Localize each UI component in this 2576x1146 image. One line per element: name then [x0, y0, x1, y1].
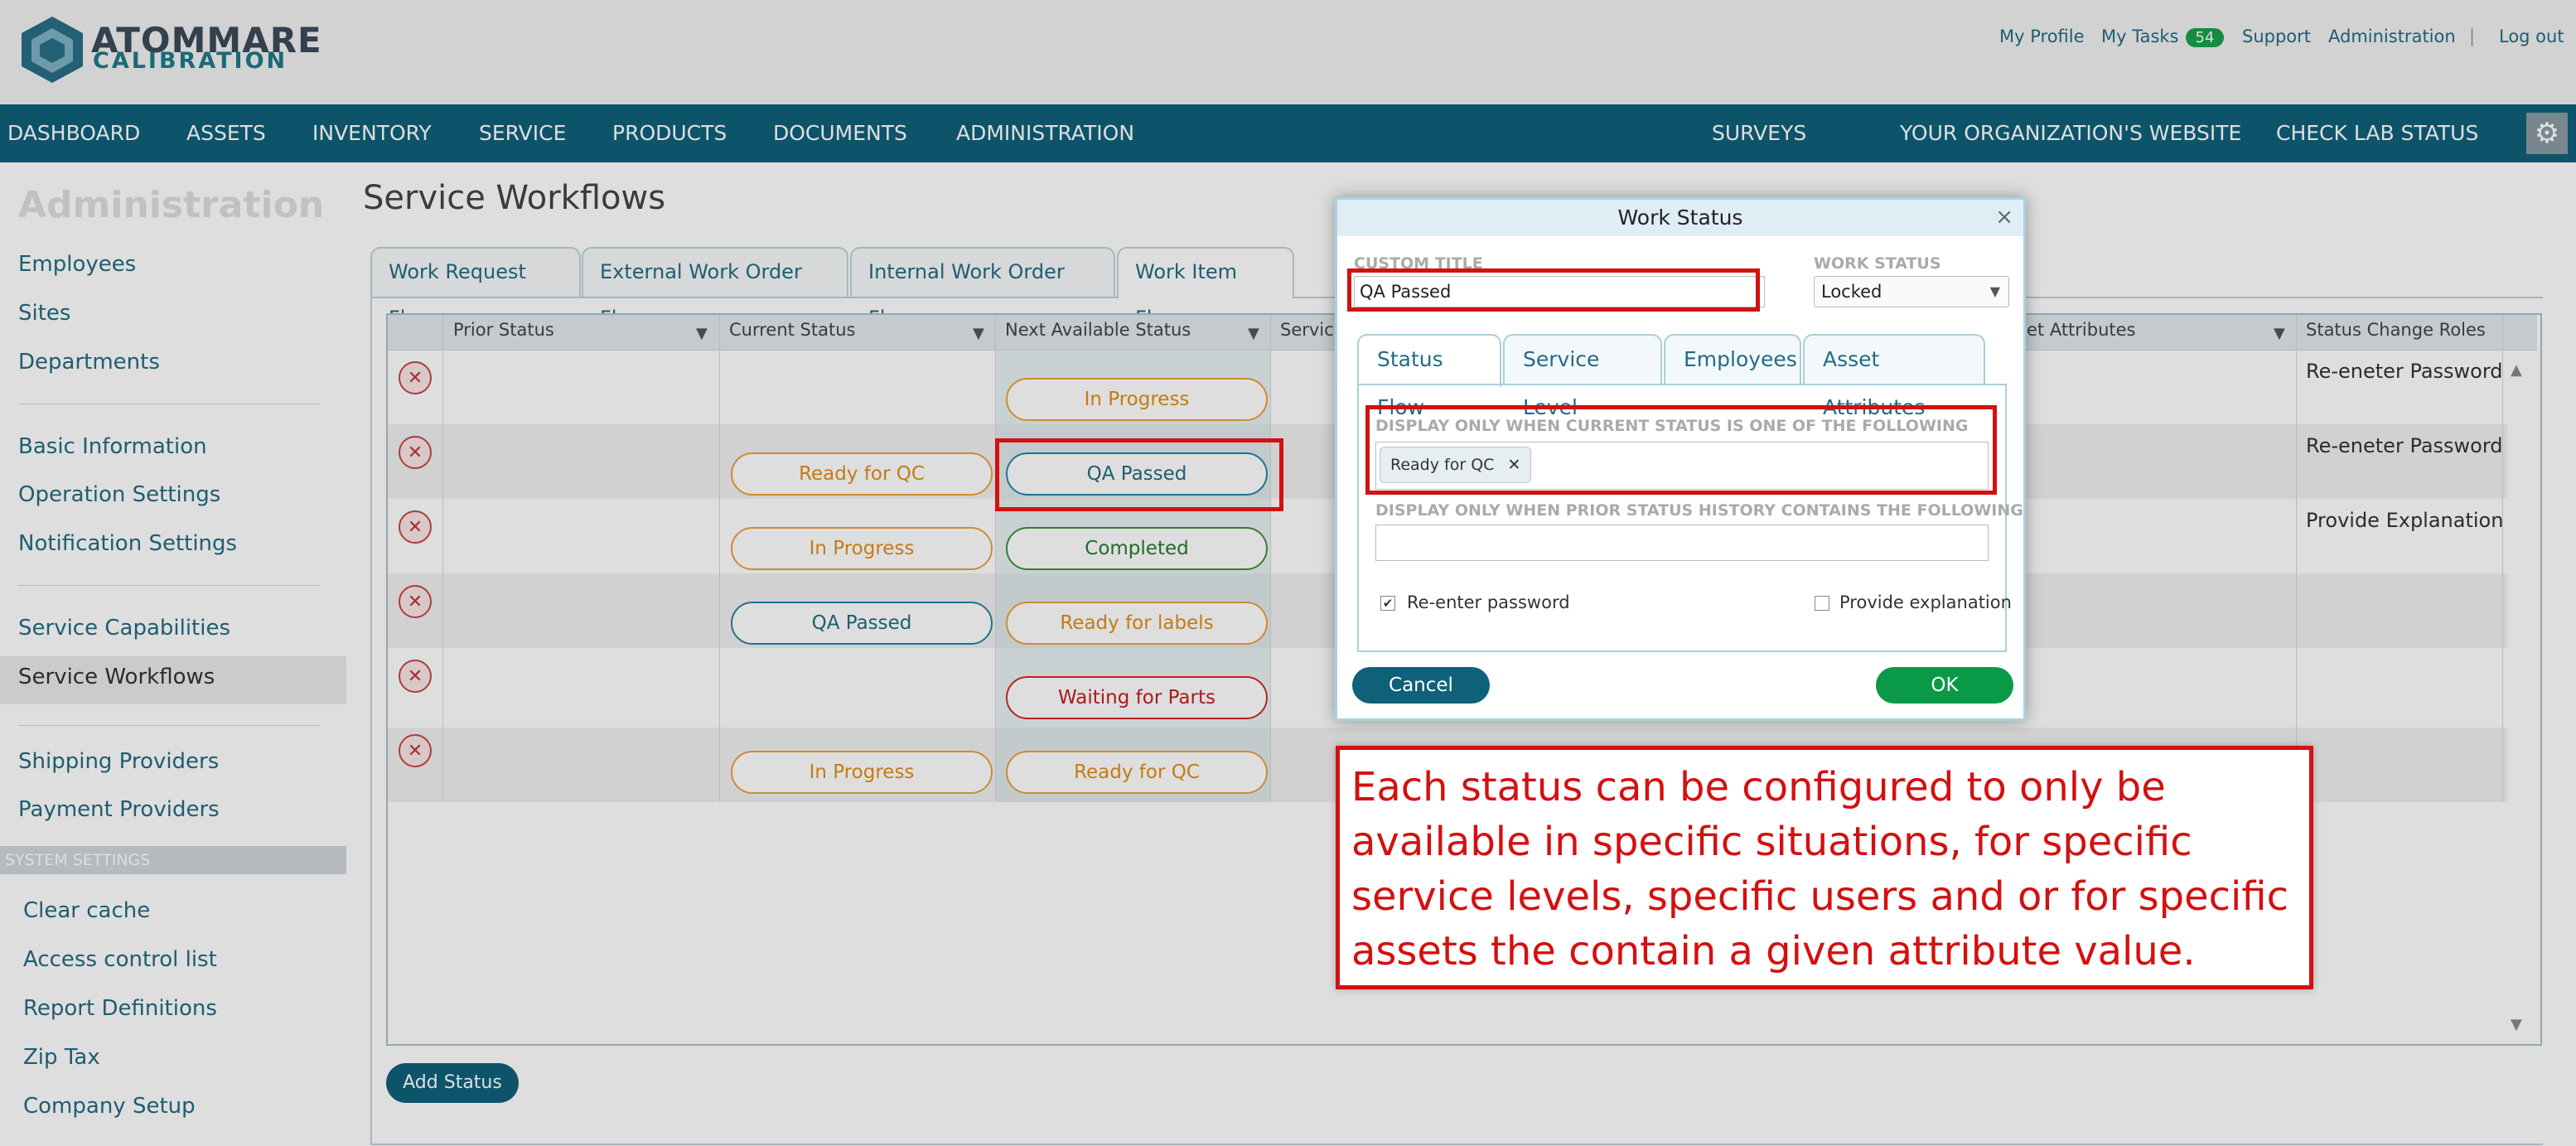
prior-status-multiselect[interactable] [1375, 525, 1989, 561]
tab-status-flow[interactable]: Status Flow [1357, 334, 1501, 419]
work-status-select[interactable]: Locked ▼ [1814, 276, 2009, 307]
work-status-label: WORK STATUS [1814, 254, 1941, 273]
provide-explanation-checkbox[interactable] [1815, 596, 1829, 611]
annotation-callout: Each status can be configured to only be… [1336, 746, 2313, 989]
tab-service-level[interactable]: Service Level [1503, 334, 1662, 419]
tab-asset-attributes[interactable]: Asset Attributes [1803, 334, 1985, 419]
ok-button[interactable]: OK [1876, 667, 2013, 704]
reenter-password-label: Re-enter password [1407, 592, 1570, 612]
reenter-password-checkbox[interactable]: ✔ [1380, 596, 1395, 611]
highlight-box [995, 438, 1283, 511]
close-icon[interactable]: × [1995, 205, 2013, 230]
work-status-value: Locked [1821, 282, 1882, 302]
dialog-title: Work Status [1337, 200, 2023, 236]
provide-explanation-label: Provide explanation [1839, 592, 2012, 612]
prior-status-filter-label: DISPLAY ONLY WHEN PRIOR STATUS HISTORY C… [1375, 501, 2023, 520]
highlight-box [1365, 405, 1997, 495]
highlight-box [1347, 268, 1760, 312]
cancel-button[interactable]: Cancel [1352, 667, 1490, 704]
chevron-down-icon: ▼ [1989, 283, 2000, 299]
tab-employees[interactable]: Employees [1664, 334, 1801, 384]
